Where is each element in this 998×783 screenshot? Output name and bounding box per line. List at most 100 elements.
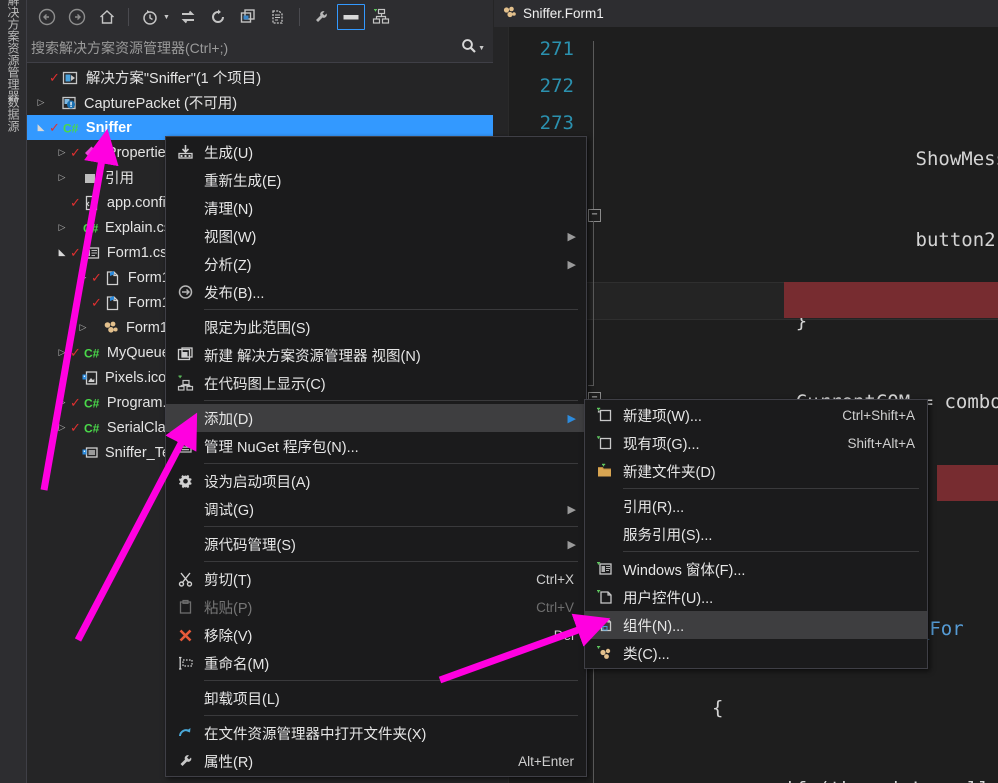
svg-text:C#: C# [84,346,100,360]
menu-item-7[interactable]: 限定为此范围(S) [166,313,586,341]
project-context-menu[interactable]: 生成(U) 重新生成(E) 清理(N) 视图(W) ▶ 分析(Z) ▶ 发布(B)... 限定为… [165,136,587,777]
menu-item-10[interactable]: 添加(D) ▶ [166,404,586,432]
menu-item-5[interactable]: 分析(Z) ▶ [166,250,586,278]
expander-closed-icon[interactable]: ▷ [75,322,91,333]
tree-row-label: Explain.cs [105,219,172,236]
expander-closed-icon[interactable]: ▷ [54,422,70,433]
menu-item-1[interactable]: 生成(U) [166,138,586,166]
menu-separator [204,463,578,464]
menu-item-9[interactable]: 在代码图上显示(C) [166,369,586,397]
properties-icon [82,144,102,162]
expander-closed-icon[interactable]: ▷ [54,347,70,358]
expander-closed-icon[interactable]: ▷ [54,147,70,158]
menu-item-7[interactable]: 用户控件(U)... [585,583,927,611]
dock-tab-data-sources[interactable]: 数据源 [3,96,23,132]
properties-window-icon[interactable] [336,4,365,30]
source-control-check-icon: ✓ [49,69,60,85]
search-highlight-band-2 [937,465,998,501]
menu-item-6[interactable]: Windows 窗体(F)... [585,555,927,583]
menu-icon-placeholder [166,252,204,276]
references-icon [80,169,100,187]
menu-separator [204,526,578,527]
menu-item-19[interactable]: 卸载项目(L) [166,684,586,712]
tree-row-label: Properties [106,144,173,161]
menu-item-20[interactable]: 在文件资源管理器中打开文件夹(X) [166,719,586,747]
menu-item-18[interactable]: 重命名(M) [166,649,586,677]
sync-with-active-document-icon[interactable] [174,4,202,30]
tree-row[interactable]: ▷ CapturePacket (不可用) [27,90,493,115]
menu-item-8[interactable]: 组件(N)... [585,611,927,639]
pending-changes-icon[interactable] [136,4,164,30]
tree-row[interactable]: ✓ 解决方案"Sniffer"(1 个项目) [27,65,493,90]
existing-item-icon [585,431,623,455]
menu-item-shortcut: Ctrl+Shift+A [842,407,915,423]
menu-item-label: 源代码管理(S) [204,537,296,554]
menu-item-label: 新建 解决方案资源管理器 视图(N) [204,348,421,365]
refresh-icon[interactable] [204,4,232,30]
source-control-check-icon: ✓ [49,119,60,135]
nuget-icon [166,434,204,458]
menu-item-1[interactable]: 新建项(W)... Ctrl+Shift+A [585,401,927,429]
menu-item-13[interactable]: 调试(G) ▶ [166,495,586,523]
resx-icon [101,319,121,337]
toolbar-separator [128,8,129,26]
editor-tab-sniffer-form1[interactable]: Sniffer.Form1 [494,0,616,27]
expander-closed-icon[interactable]: ▷ [54,397,70,408]
submenu-chevron-icon: ▶ [567,258,576,271]
code-line: ShowMessage(Se [915,148,998,170]
menu-item-3[interactable]: 清理(N) [166,194,586,222]
menu-item-2[interactable]: 现有项(G)... Shift+Alt+A [585,429,927,457]
expander-closed-icon[interactable]: ▷ [33,97,49,108]
menu-item-4[interactable]: 引用(R)... [585,492,927,520]
menu-item-2[interactable]: 重新生成(E) [166,166,586,194]
rename-icon [166,651,204,675]
expander-open-icon[interactable]: ◢ [54,247,70,258]
new-folder-icon [585,459,623,483]
menu-separator [204,561,578,562]
menu-item-label: 新建项(W)... [623,408,702,425]
menu-item-12[interactable]: 设为启动项目(A) [166,467,586,495]
view-class-diagram-icon[interactable] [367,4,395,30]
home-icon[interactable] [93,4,121,30]
search-dropdown-chevron-icon[interactable]: ▼ [478,45,485,52]
forward-icon[interactable] [63,4,91,30]
dock-tab-solution-explorer[interactable]: 解决方案资源管理器 [3,0,23,102]
collapse-all-icon[interactable] [234,4,262,30]
menu-item-label: 管理 NuGet 程序包(N)... [204,439,359,456]
search-input[interactable] [27,39,461,57]
expander-closed-icon[interactable]: ▷ [54,172,70,183]
menu-item-shortcut: Ctrl+V [536,599,574,615]
menu-item-21[interactable]: 属性(R) Alt+Enter [166,747,586,775]
search-bar: ▼ [27,34,493,63]
menu-item-9[interactable]: 类(C)... [585,639,927,667]
properties-wrench-icon[interactable] [307,4,335,30]
expander-closed-icon[interactable]: ▷ [75,272,91,283]
menu-item-16: 粘贴(P) Ctrl+V [166,593,586,621]
menu-icon-placeholder [166,406,204,430]
collapse-box-icon[interactable]: − [588,209,601,222]
menu-item-15[interactable]: 剪切(T) Ctrl+X [166,565,586,593]
menu-item-label: 设为启动项目(A) [204,474,311,491]
back-icon[interactable] [33,4,61,30]
menu-item-5[interactable]: 服务引用(S)... [585,520,927,548]
menu-item-17[interactable]: 移除(V) Del [166,621,586,649]
menu-item-8[interactable]: 新建 解决方案资源管理器 视图(N) [166,341,586,369]
menu-item-label: 用户控件(U)... [623,590,714,607]
svg-text:C#: C# [84,421,100,435]
add-submenu[interactable]: 新建项(W)... Ctrl+Shift+A 现有项(G)... Shift+Alt+… [584,399,928,669]
chevron-down-icon[interactable]: ▼ [163,14,170,21]
source-control-check-icon: ✓ [70,394,81,410]
image-lock-icon [80,369,100,387]
editor-tab-bar: Sniffer.Form1 [494,0,998,27]
menu-item-4[interactable]: 视图(W) ▶ [166,222,586,250]
menu-item-6[interactable]: 发布(B)... [166,278,586,306]
menu-item-3[interactable]: 新建文件夹(D) [585,457,927,485]
show-all-files-icon[interactable] [264,4,292,30]
expander-open-icon[interactable]: ◢ [33,122,49,133]
search-icon[interactable] [460,37,478,60]
source-control-check-icon: ✓ [70,144,81,160]
expander-closed-icon[interactable]: ▷ [54,222,70,233]
menu-item-14[interactable]: 源代码管理(S) ▶ [166,530,586,558]
menu-item-label: 在文件资源管理器中打开文件夹(X) [204,726,427,743]
menu-item-11[interactable]: 管理 NuGet 程序包(N)... [166,432,586,460]
